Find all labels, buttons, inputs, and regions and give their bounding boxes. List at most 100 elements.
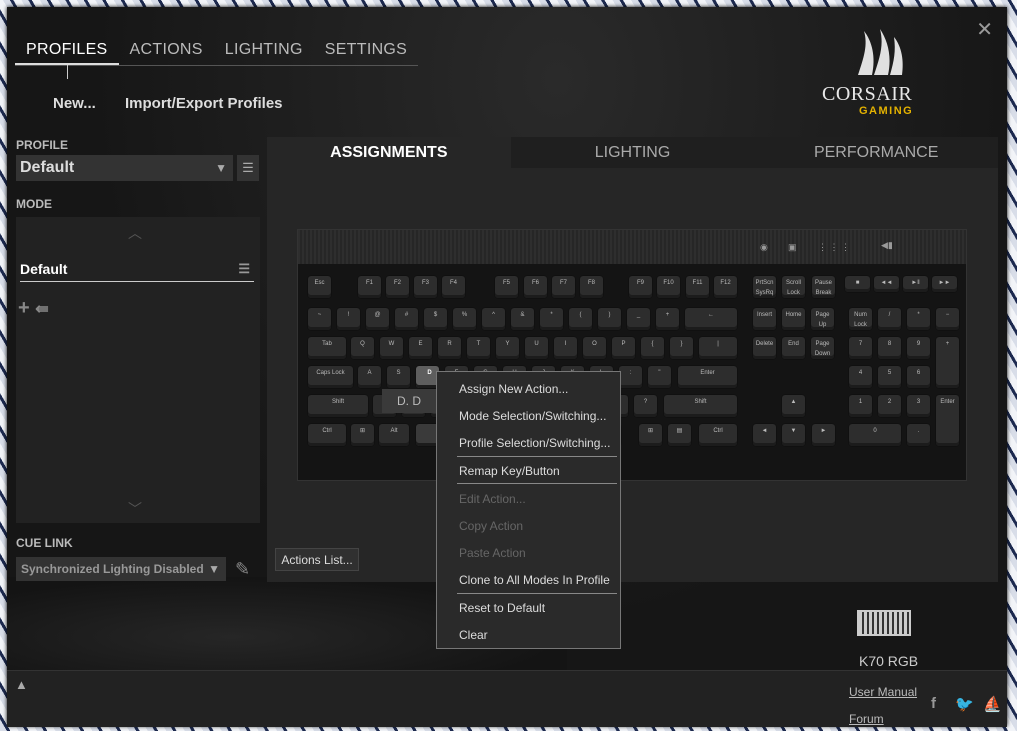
key[interactable]: S xyxy=(387,366,410,388)
key[interactable]: ? xyxy=(634,395,657,417)
key[interactable]: Caps Lock xyxy=(308,366,353,388)
key[interactable]: ▤ xyxy=(668,424,691,446)
mute-icon[interactable]: ◀▮ xyxy=(881,240,893,251)
key[interactable]: ⊞ xyxy=(351,424,374,446)
key[interactable]: E xyxy=(409,337,432,359)
key[interactable]: # xyxy=(395,308,418,330)
key[interactable]: F3 xyxy=(414,276,437,298)
key[interactable]: PrtScn SysRq xyxy=(753,276,776,298)
key[interactable]: " xyxy=(648,366,671,388)
key[interactable]: Enter xyxy=(678,366,737,388)
nav-settings[interactable]: SETTINGS xyxy=(314,37,418,65)
key[interactable]: ~ xyxy=(308,308,331,330)
key[interactable]: Q xyxy=(351,337,374,359)
key[interactable]: F4 xyxy=(442,276,465,298)
profile-menu-icon[interactable]: ☰ xyxy=(237,155,259,181)
key[interactable]: F1 xyxy=(358,276,381,298)
key[interactable]: 8 xyxy=(878,337,901,359)
key[interactable]: / xyxy=(878,308,901,330)
menu-paste-action[interactable]: Paste Action xyxy=(459,546,526,560)
mode-item[interactable]: Default ☰ xyxy=(20,257,254,282)
key[interactable]: Delete xyxy=(753,337,776,359)
corsair-sails-icon[interactable]: ⛵ xyxy=(983,695,1002,713)
key[interactable]: R xyxy=(438,337,461,359)
key[interactable]: ►‖ xyxy=(903,276,928,292)
key[interactable]: ^ xyxy=(482,308,505,330)
key[interactable]: ( xyxy=(569,308,592,330)
key[interactable]: End xyxy=(782,337,805,359)
tab-lighting[interactable]: LIGHTING xyxy=(510,137,755,168)
user-manual-link[interactable]: User Manual xyxy=(849,685,917,699)
key[interactable]: A xyxy=(358,366,381,388)
forum-link[interactable]: Forum xyxy=(849,712,884,726)
profile-select[interactable]: Default ▼ xyxy=(16,155,233,181)
key[interactable]: Tab xyxy=(308,337,346,359)
key[interactable]: F9 xyxy=(629,276,652,298)
cue-link-select[interactable]: Synchronized Lighting Disabled ▼ xyxy=(16,557,226,581)
key[interactable]: _ xyxy=(627,308,650,330)
lock-icon[interactable]: ▣ xyxy=(788,242,797,253)
expand-up-icon[interactable]: ▲ xyxy=(15,677,28,692)
menu-assign-new-action[interactable]: Assign New Action... xyxy=(459,382,568,396)
key[interactable]: 1 xyxy=(849,395,872,417)
key[interactable]: Page Up xyxy=(811,308,834,330)
key[interactable]: & xyxy=(511,308,534,330)
key[interactable]: Alt xyxy=(379,424,409,446)
add-mode-icon[interactable]: + xyxy=(18,297,30,319)
key[interactable]: Scroll Lock xyxy=(782,276,805,298)
key[interactable]: Home xyxy=(782,308,805,330)
key[interactable]: 0 xyxy=(849,424,901,446)
key[interactable]: + xyxy=(656,308,679,330)
nav-profiles[interactable]: PROFILES xyxy=(15,37,119,65)
key[interactable]: ▼ xyxy=(782,424,805,446)
key[interactable]: ! xyxy=(337,308,360,330)
key[interactable]: F2 xyxy=(386,276,409,298)
key[interactable]: ◄◄ xyxy=(874,276,899,292)
key[interactable]: ▲ xyxy=(782,395,805,417)
key[interactable]: . xyxy=(907,424,930,446)
key[interactable]: ■ xyxy=(845,276,870,292)
key[interactable]: 5 xyxy=(878,366,901,388)
key[interactable]: F11 xyxy=(686,276,709,298)
key[interactable]: F7 xyxy=(552,276,575,298)
key[interactable]: 4 xyxy=(849,366,872,388)
key[interactable]: Num Lock xyxy=(849,308,872,330)
mode-menu-icon[interactable]: ☰ xyxy=(238,257,250,281)
menu-edit-action[interactable]: Edit Action... xyxy=(459,492,526,506)
key[interactable]: : xyxy=(619,366,642,388)
key[interactable]: Page Down xyxy=(811,337,834,359)
key[interactable]: | xyxy=(699,337,737,359)
key[interactable]: F8 xyxy=(580,276,603,298)
key[interactable]: 3 xyxy=(907,395,930,417)
nav-lighting[interactable]: LIGHTING xyxy=(214,37,314,65)
nav-actions[interactable]: ACTIONS xyxy=(119,37,214,65)
key[interactable]: 2 xyxy=(878,395,901,417)
key[interactable]: ► xyxy=(812,424,835,446)
key[interactable]: Ctrl xyxy=(699,424,737,446)
key[interactable]: ← xyxy=(685,308,737,330)
key[interactable]: Shift xyxy=(664,395,737,417)
menu-clear[interactable]: Clear xyxy=(459,628,488,642)
key[interactable]: 9 xyxy=(907,337,930,359)
key[interactable]: ►► xyxy=(932,276,957,292)
key[interactable]: 6 xyxy=(907,366,930,388)
menu-profile-selection[interactable]: Profile Selection/Switching... xyxy=(459,436,610,450)
key[interactable]: { xyxy=(641,337,664,359)
key[interactable]: @ xyxy=(366,308,389,330)
key[interactable]: W xyxy=(380,337,403,359)
key[interactable]: O xyxy=(583,337,606,359)
tab-assignments[interactable]: ASSIGNMENTS xyxy=(267,137,511,168)
device-selector[interactable]: K70 RGB xyxy=(849,610,919,669)
close-icon[interactable]: ✕ xyxy=(976,17,993,42)
key[interactable]: Y xyxy=(496,337,519,359)
menu-mode-selection[interactable]: Mode Selection/Switching... xyxy=(459,409,606,423)
key[interactable]: % xyxy=(453,308,476,330)
tab-performance[interactable]: PERFORMANCE xyxy=(754,137,999,168)
import-export-link[interactable]: Import/Export Profiles xyxy=(125,95,283,112)
key[interactable]: F5 xyxy=(495,276,518,298)
key[interactable]: * xyxy=(540,308,563,330)
key[interactable]: ) xyxy=(598,308,621,330)
key[interactable]: Esc xyxy=(308,276,331,298)
key[interactable]: Ctrl xyxy=(308,424,346,446)
key[interactable]: Pause Break xyxy=(812,276,835,298)
